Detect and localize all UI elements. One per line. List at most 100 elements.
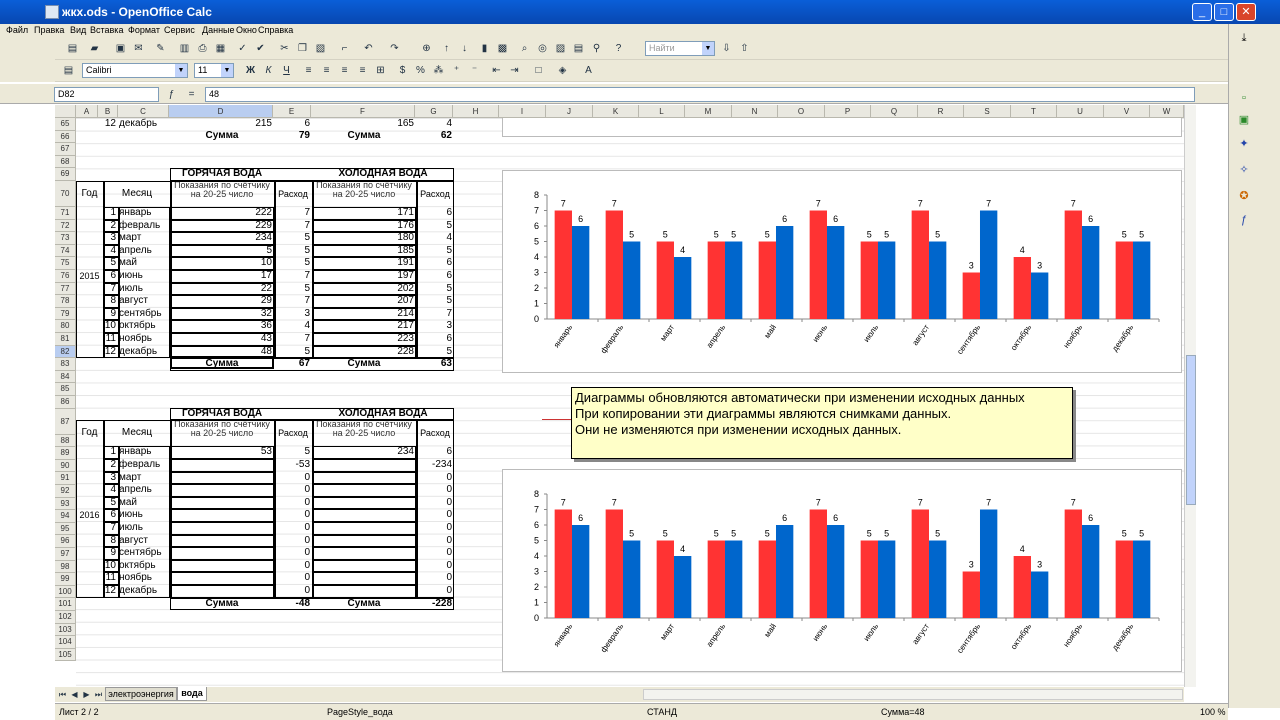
formula-input[interactable]: 48	[205, 87, 1195, 102]
vertical-scrollbar[interactable]	[1184, 105, 1196, 687]
cell[interactable]: Сумма	[312, 130, 416, 142]
column-header[interactable]: N	[732, 105, 778, 118]
row-header[interactable]: 91	[55, 472, 76, 485]
column-header[interactable]: R	[918, 105, 964, 118]
horizontal-scrollbar[interactable]	[643, 689, 1183, 700]
cell[interactable]: февраль	[119, 220, 170, 232]
cell[interactable]: январь	[119, 446, 170, 458]
cell[interactable]: 8	[104, 535, 118, 547]
remove-decimal-icon[interactable]: ⁻	[467, 63, 482, 78]
row-header[interactable]: 67	[55, 143, 76, 156]
cell[interactable]: -53	[274, 459, 312, 471]
cell[interactable]: -234	[416, 459, 454, 471]
comment-note[interactable]: Диаграммы обновляются автоматически при …	[571, 387, 1073, 459]
cell[interactable]: 3	[104, 472, 118, 484]
row-header[interactable]: 95	[55, 522, 76, 536]
column-header[interactable]: S	[964, 105, 1011, 118]
cell[interactable]: 22	[170, 283, 274, 295]
cell[interactable]: 176	[312, 220, 416, 232]
close-button[interactable]: ✕	[1236, 3, 1256, 21]
year-cell[interactable]: 2016	[76, 509, 103, 521]
row-header[interactable]: 102	[55, 611, 76, 624]
column-header[interactable]: L	[639, 105, 685, 118]
cell[interactable]: 171	[312, 207, 416, 219]
menu-window[interactable]: Окно	[236, 25, 257, 35]
cell[interactable]: 6	[104, 509, 118, 521]
cell[interactable]: 0	[416, 585, 454, 597]
pivot-icon[interactable]: ▩	[495, 41, 510, 56]
cell[interactable]: 6	[416, 270, 454, 282]
cell[interactable]: март	[119, 472, 170, 484]
pdf-icon[interactable]: ▥	[177, 41, 192, 56]
datasource-icon[interactable]: ▤	[571, 41, 586, 56]
cell[interactable]: 0	[274, 560, 312, 572]
underline-icon[interactable]: Ч	[279, 63, 294, 78]
cell[interactable]: 6	[104, 270, 118, 282]
decrease-indent-icon[interactable]: ⇤	[489, 63, 504, 78]
cell[interactable]: 229	[170, 220, 274, 232]
cell[interactable]: 5	[170, 245, 274, 257]
sum-icon[interactable]	[168, 87, 183, 102]
row-header[interactable]: 75	[55, 257, 76, 270]
find-icon[interactable]: ⌕	[517, 41, 532, 56]
italic-icon[interactable]: К	[261, 63, 276, 78]
cell[interactable]: 202	[312, 283, 416, 295]
cell[interactable]: 0	[274, 522, 312, 534]
cell[interactable]: 2	[104, 220, 118, 232]
styles-icon[interactable]: ▤	[61, 63, 76, 78]
row-header[interactable]: 71	[55, 207, 76, 220]
cell[interactable]: 1	[104, 446, 118, 458]
column-header[interactable]: H	[453, 105, 499, 118]
cell[interactable]: 6	[416, 257, 454, 269]
justify-icon[interactable]: ≡	[355, 63, 370, 78]
cell[interactable]: январь	[119, 207, 170, 219]
cell[interactable]: 7	[104, 522, 118, 534]
usage-header[interactable]: Расход	[274, 181, 312, 207]
cell[interactable]: 228	[312, 346, 416, 358]
row-header[interactable]: 76	[55, 270, 76, 283]
cell[interactable]: 3	[274, 308, 312, 320]
scroll-thumb[interactable]	[1186, 355, 1196, 505]
year-cell[interactable]: 2015	[76, 270, 103, 282]
hot-sum[interactable]: 67	[274, 358, 312, 370]
cell[interactable]: 4	[274, 320, 312, 332]
cell[interactable]: октябрь	[119, 560, 170, 572]
cell[interactable]: 7	[274, 333, 312, 345]
column-header[interactable]: J	[546, 105, 593, 118]
cell[interactable]: 6	[416, 333, 454, 345]
cell[interactable]: август	[119, 295, 170, 307]
chart-partial-top[interactable]	[502, 118, 1182, 137]
cell[interactable]: 6	[274, 118, 312, 130]
cell[interactable]: 4	[104, 245, 118, 257]
cell[interactable]: 4	[416, 118, 454, 130]
increase-indent-icon[interactable]: ⇥	[507, 63, 522, 78]
row-header[interactable]: 88	[55, 434, 76, 448]
cell[interactable]: июль	[119, 522, 170, 534]
cell[interactable]: 185	[312, 245, 416, 257]
cell[interactable]: 0	[274, 497, 312, 509]
row-header[interactable]: 65	[55, 118, 76, 131]
cell[interactable]: февраль	[119, 459, 170, 471]
cell[interactable]: 1	[104, 207, 118, 219]
row-header[interactable]: 74	[55, 244, 76, 258]
chart-2016[interactable]: 0 1 2 3 4 5 6 7 8 7 6 январь 7 5 февраль 5 4 март 5 5 апрель…	[502, 469, 1182, 672]
sum-label[interactable]: Сумма	[170, 598, 274, 610]
column-header[interactable]: K	[593, 105, 639, 118]
cell[interactable]: 29	[170, 295, 274, 307]
cell[interactable]: 10	[170, 257, 274, 269]
cell[interactable]: 10	[104, 320, 118, 332]
row-header[interactable]: 90	[55, 459, 76, 473]
cell[interactable]: 5	[274, 232, 312, 244]
cell[interactable]: Сумма	[170, 130, 274, 142]
email-icon[interactable]: ✉	[131, 41, 146, 56]
cell[interactable]: 0	[274, 472, 312, 484]
cell[interactable]: декабрь	[119, 118, 170, 130]
cell[interactable]: 234	[312, 446, 416, 458]
add-decimal-icon[interactable]: ⁺	[449, 63, 464, 78]
cell[interactable]: октябрь	[119, 320, 170, 332]
sort-asc-icon[interactable]: ↑	[439, 41, 454, 56]
sum-label[interactable]: Сумма	[170, 358, 274, 370]
cell[interactable]: 7	[416, 308, 454, 320]
menu-tools[interactable]: Сервис	[164, 25, 195, 35]
sum-label[interactable]: Сумма	[312, 358, 416, 370]
